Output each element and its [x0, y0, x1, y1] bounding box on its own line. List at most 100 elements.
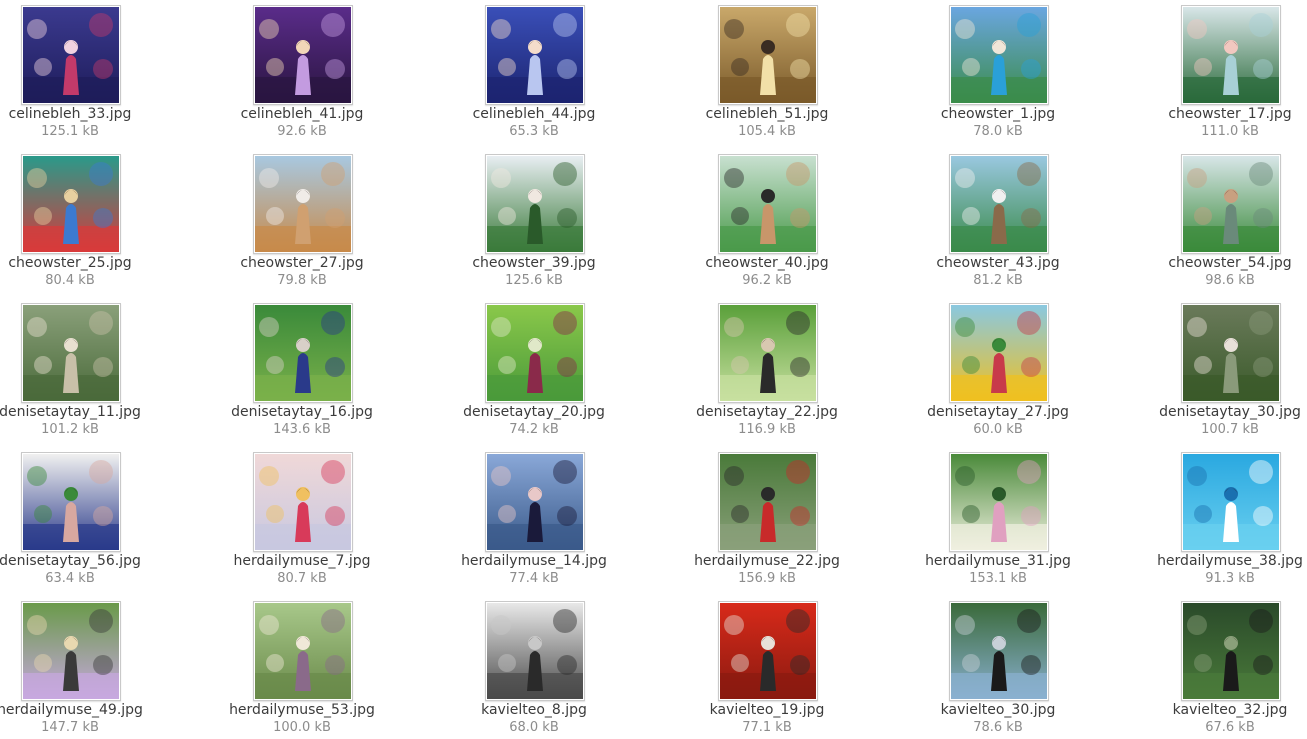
file-thumbnail[interactable] [718, 303, 818, 403]
file-thumbnail[interactable] [949, 154, 1049, 254]
thumbnail-image [1183, 603, 1279, 699]
file-item[interactable]: denisetaytay_11.jpg 101.2 kB [0, 298, 170, 438]
file-thumbnail[interactable] [1181, 452, 1281, 552]
thumbnail-image [951, 454, 1047, 550]
file-size: 81.2 kB [973, 273, 1023, 288]
thumbnail-photo [23, 603, 119, 699]
thumbnail-image [1183, 305, 1279, 401]
file-name: cheowster_27.jpg [240, 255, 364, 271]
file-item[interactable]: cheowster_27.jpg 79.8 kB [202, 149, 402, 289]
file-thumbnail[interactable] [485, 154, 585, 254]
file-size: 67.6 kB [1205, 720, 1255, 735]
file-item[interactable]: cheowster_17.jpg 111.0 kB [1130, 0, 1307, 140]
thumbnail-photo [487, 7, 583, 103]
file-item[interactable]: denisetaytay_22.jpg 116.9 kB [667, 298, 867, 438]
thumbnail-photo [487, 156, 583, 252]
file-name: denisetaytay_16.jpg [231, 404, 373, 420]
thumbnail-photo [951, 454, 1047, 550]
file-size: 77.4 kB [509, 571, 559, 586]
file-item[interactable]: herdailymuse_14.jpg 77.4 kB [434, 447, 634, 587]
thumbnail-image [255, 156, 351, 252]
file-item[interactable]: denisetaytay_56.jpg 63.4 kB [0, 447, 170, 587]
file-name: cheowster_43.jpg [936, 255, 1060, 271]
file-item[interactable]: kavielteo_32.jpg 67.6 kB [1130, 596, 1307, 736]
thumbnail-image [23, 156, 119, 252]
file-thumbnail[interactable] [21, 154, 121, 254]
file-name: kavielteo_32.jpg [1172, 702, 1288, 718]
file-item[interactable]: celinebleh_51.jpg 105.4 kB [667, 0, 867, 140]
file-grid: celinebleh_33.jpg 125.1 kB celinebleh_41.j… [0, 0, 1307, 739]
file-thumbnail[interactable] [485, 303, 585, 403]
file-item[interactable]: cheowster_1.jpg 78.0 kB [898, 0, 1098, 140]
file-thumbnail[interactable] [1181, 154, 1281, 254]
file-item[interactable]: herdailymuse_31.jpg 153.1 kB [898, 447, 1098, 587]
file-name: celinebleh_51.jpg [705, 106, 829, 122]
file-size: 96.2 kB [742, 273, 792, 288]
file-item[interactable]: celinebleh_33.jpg 125.1 kB [0, 0, 170, 140]
file-item[interactable]: celinebleh_44.jpg 65.3 kB [434, 0, 634, 140]
file-thumbnail[interactable] [949, 452, 1049, 552]
file-size: 111.0 kB [1201, 124, 1259, 139]
file-item[interactable]: kavielteo_19.jpg 77.1 kB [667, 596, 867, 736]
file-item[interactable]: kavielteo_30.jpg 78.6 kB [898, 596, 1098, 736]
file-thumbnail[interactable] [718, 452, 818, 552]
file-thumbnail[interactable] [718, 154, 818, 254]
file-thumbnail[interactable] [21, 5, 121, 105]
file-thumbnail[interactable] [485, 452, 585, 552]
file-item[interactable]: cheowster_54.jpg 98.6 kB [1130, 149, 1307, 289]
file-thumbnail[interactable] [253, 601, 353, 701]
file-item[interactable]: herdailymuse_53.jpg 100.0 kB [202, 596, 402, 736]
file-item[interactable]: kavielteo_8.jpg 68.0 kB [434, 596, 634, 736]
file-thumbnail[interactable] [949, 303, 1049, 403]
file-size: 92.6 kB [277, 124, 327, 139]
file-thumbnail[interactable] [1181, 601, 1281, 701]
thumbnail-image [23, 7, 119, 103]
thumbnail-photo [720, 305, 816, 401]
file-thumbnail[interactable] [485, 601, 585, 701]
file-thumbnail[interactable] [1181, 5, 1281, 105]
file-thumbnail[interactable] [718, 601, 818, 701]
thumbnail-image [23, 603, 119, 699]
file-thumbnail[interactable] [253, 452, 353, 552]
thumbnail-photo [1183, 7, 1279, 103]
file-name: herdailymuse_7.jpg [233, 553, 371, 569]
file-thumbnail[interactable] [1181, 303, 1281, 403]
file-item[interactable]: cheowster_40.jpg 96.2 kB [667, 149, 867, 289]
file-thumbnail[interactable] [253, 5, 353, 105]
file-name: cheowster_54.jpg [1168, 255, 1292, 271]
file-thumbnail[interactable] [253, 154, 353, 254]
file-item[interactable]: cheowster_43.jpg 81.2 kB [898, 149, 1098, 289]
file-thumbnail[interactable] [21, 601, 121, 701]
file-item[interactable]: denisetaytay_16.jpg 143.6 kB [202, 298, 402, 438]
file-thumbnail[interactable] [21, 452, 121, 552]
file-size: 60.0 kB [973, 422, 1023, 437]
thumbnail-photo [487, 305, 583, 401]
file-item[interactable]: herdailymuse_49.jpg 147.7 kB [0, 596, 170, 736]
thumbnail-image [951, 7, 1047, 103]
file-item[interactable]: herdailymuse_38.jpg 91.3 kB [1130, 447, 1307, 587]
file-item[interactable]: celinebleh_41.jpg 92.6 kB [202, 0, 402, 140]
file-thumbnail[interactable] [485, 5, 585, 105]
thumbnail-photo [255, 156, 351, 252]
file-item[interactable]: cheowster_39.jpg 125.6 kB [434, 149, 634, 289]
thumbnail-photo [951, 603, 1047, 699]
file-thumbnail[interactable] [253, 303, 353, 403]
thumbnail-image [487, 156, 583, 252]
file-item[interactable]: denisetaytay_20.jpg 74.2 kB [434, 298, 634, 438]
file-thumbnail[interactable] [21, 303, 121, 403]
file-thumbnail[interactable] [949, 5, 1049, 105]
file-item[interactable]: herdailymuse_7.jpg 80.7 kB [202, 447, 402, 587]
thumbnail-photo [255, 454, 351, 550]
file-item[interactable]: denisetaytay_30.jpg 100.7 kB [1130, 298, 1307, 438]
thumbnail-image [255, 7, 351, 103]
file-name: kavielteo_19.jpg [709, 702, 825, 718]
thumbnail-photo [255, 305, 351, 401]
file-item[interactable]: denisetaytay_27.jpg 60.0 kB [898, 298, 1098, 438]
file-name: kavielteo_8.jpg [481, 702, 587, 718]
thumbnail-photo [1183, 603, 1279, 699]
file-thumbnail[interactable] [949, 601, 1049, 701]
file-item[interactable]: herdailymuse_22.jpg 156.9 kB [667, 447, 867, 587]
thumbnail-image [23, 305, 119, 401]
file-item[interactable]: cheowster_25.jpg 80.4 kB [0, 149, 170, 289]
file-thumbnail[interactable] [718, 5, 818, 105]
